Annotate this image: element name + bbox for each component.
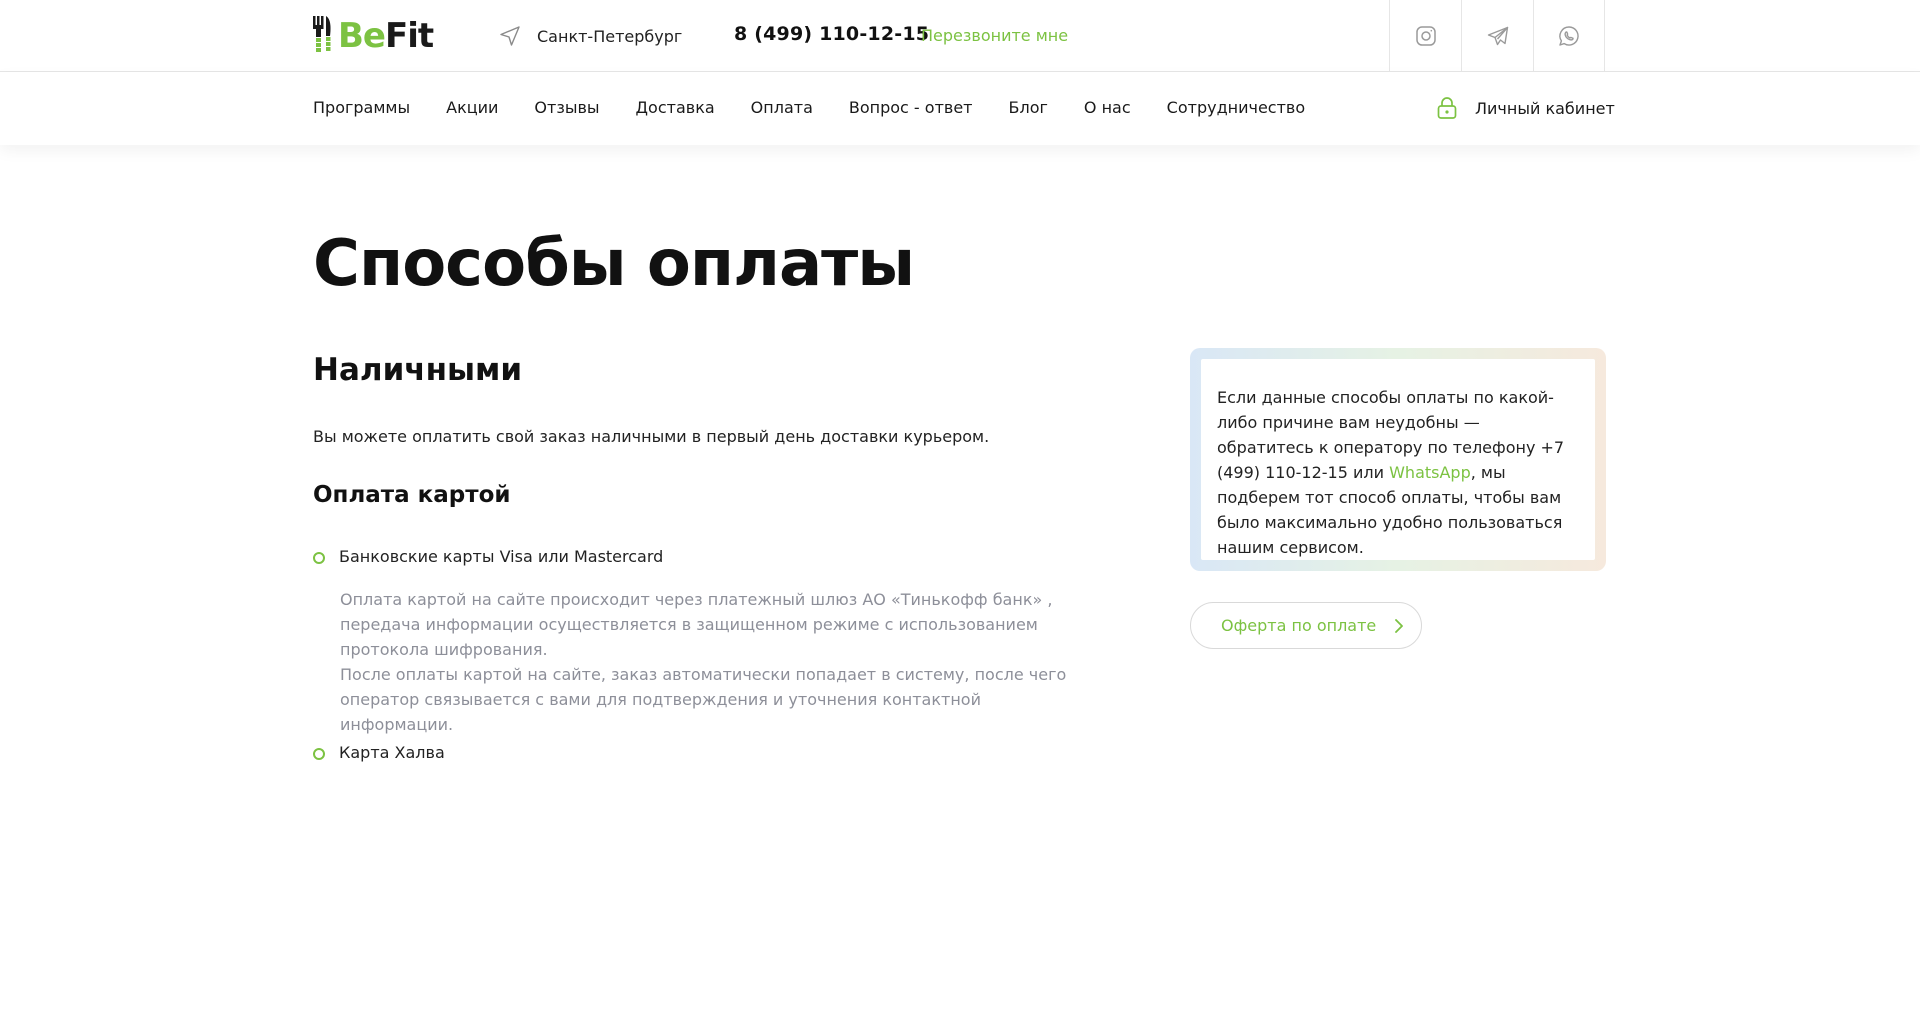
city-label: Санкт-Петербург (537, 26, 683, 46)
card-description-paragraph-1: Оплата картой на сайте происходит через … (340, 590, 1053, 659)
nav-item-promotions[interactable]: Акции (446, 98, 498, 117)
nav-item-faq[interactable]: Вопрос - ответ (849, 98, 973, 117)
nav-item-about[interactable]: О нас (1084, 98, 1131, 117)
nav-item-payment[interactable]: Оплата (751, 98, 813, 117)
logo[interactable]: BeFit (313, 15, 434, 57)
card-option-halva: Карта Халва (339, 743, 445, 762)
account-link[interactable]: Личный кабинет (1436, 96, 1615, 120)
payment-offer-label: Оферта по оплате (1221, 616, 1377, 635)
whatsapp-button[interactable] (1533, 0, 1605, 72)
nav-item-reviews[interactable]: Отзывы (534, 98, 599, 117)
bullet-icon (313, 552, 325, 564)
card-option-visa-mastercard: Банковские карты Visa или Mastercard (339, 547, 664, 566)
list-item: Банковские карты Visa или Mastercard (313, 547, 663, 566)
logo-wordmark: BeFit (338, 16, 434, 56)
whatsapp-icon (1559, 26, 1579, 46)
phone-number[interactable]: 8 (499) 110-12-15 (734, 23, 929, 45)
payment-offer-button[interactable]: Оферта по оплате (1190, 602, 1422, 649)
social-links (1389, 0, 1605, 72)
cash-heading: Наличными (313, 352, 523, 388)
list-item: Карта Халва (313, 743, 445, 762)
fork-knife-icon (313, 16, 331, 52)
card-description-paragraph-2: После оплаты картой на сайте, заказ авто… (340, 665, 1067, 734)
main-nav: Программы Акции Отзывы Доставка Оплата В… (313, 98, 1341, 117)
instagram-icon (1415, 26, 1436, 46)
logo-part-fit: Fit (384, 16, 434, 56)
nav-item-programs[interactable]: Программы (313, 98, 410, 117)
logo-part-be: Be (338, 16, 386, 56)
card-option-description: Оплата картой на сайте происходит через … (340, 587, 1080, 737)
telegram-button[interactable] (1461, 0, 1533, 72)
info-card: Если данные способы оплаты по какой-либо… (1190, 348, 1606, 571)
top-bar: BeFit Санкт-Петербург 8 (499) 110-12-15 … (0, 0, 1920, 72)
instagram-button[interactable] (1389, 0, 1461, 72)
account-label: Личный кабинет (1475, 98, 1615, 118)
location-arrow-icon (500, 26, 520, 46)
info-card-body: Если данные способы оплаты по какой-либо… (1201, 359, 1595, 560)
main-nav-bar: Программы Акции Отзывы Доставка Оплата В… (0, 72, 1920, 145)
callback-link[interactable]: Перезвоните мне (921, 26, 1068, 45)
bullet-icon (313, 748, 325, 760)
info-text: Если данные способы оплаты по какой-либо… (1217, 385, 1579, 560)
telegram-icon (1487, 26, 1508, 46)
nav-item-partnership[interactable]: Сотрудничество (1167, 98, 1305, 117)
page-title: Способы оплаты (313, 227, 915, 301)
nav-item-blog[interactable]: Блог (1009, 98, 1048, 117)
chevron-right-icon (1395, 618, 1404, 633)
card-heading: Оплата картой (313, 482, 511, 508)
cash-text: Вы можете оплатить свой заказ наличными … (313, 427, 990, 446)
lock-icon (1437, 97, 1457, 119)
nav-item-delivery[interactable]: Доставка (636, 98, 715, 117)
whatsapp-link[interactable]: WhatsApp (1389, 463, 1471, 482)
city-selector[interactable]: Санкт-Петербург (498, 22, 682, 50)
